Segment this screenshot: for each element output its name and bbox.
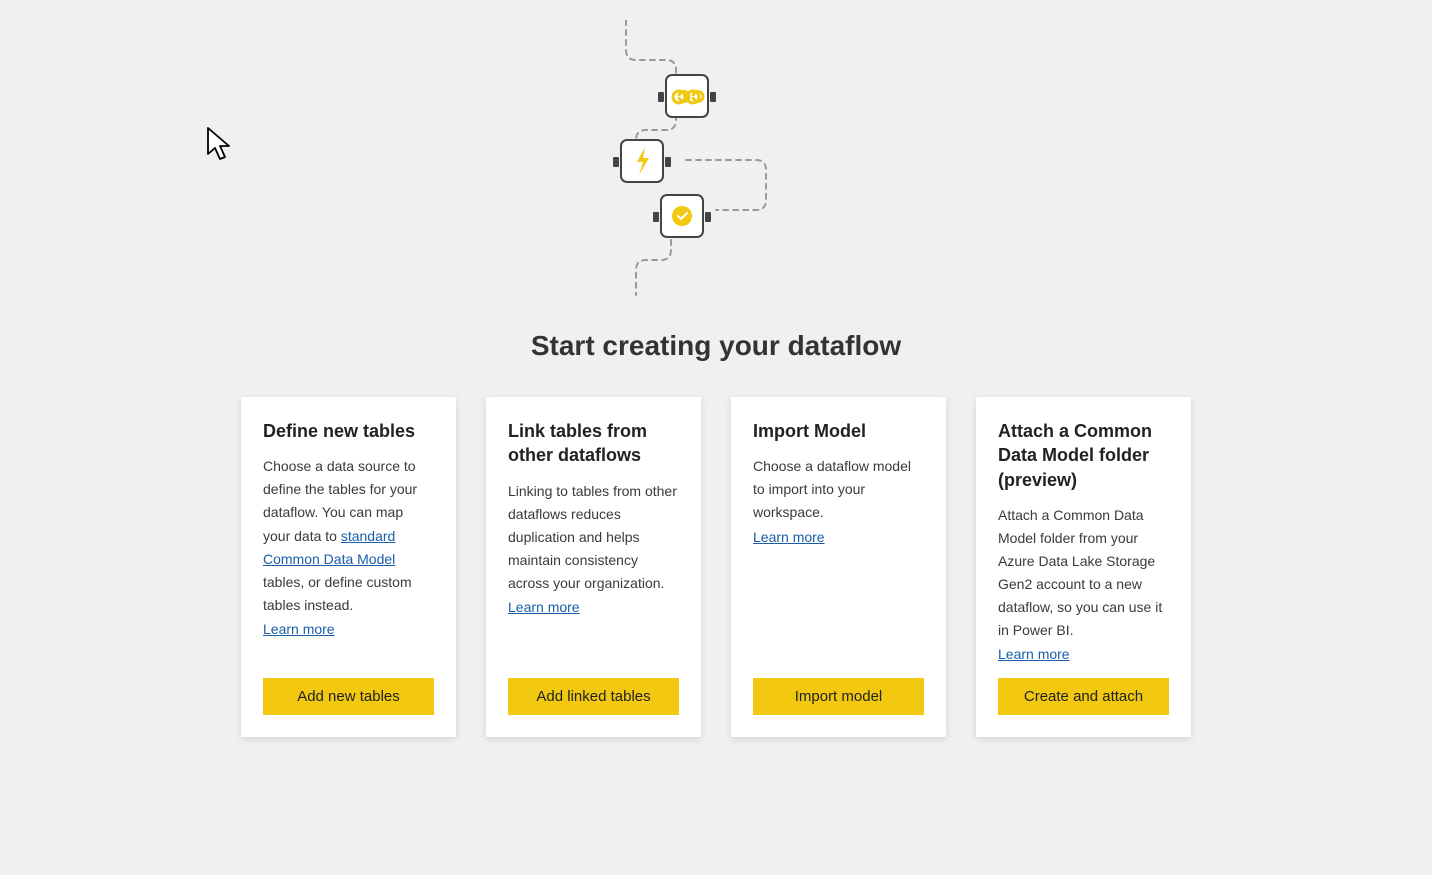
- card-title: Attach a Common Data Model folder (previ…: [998, 419, 1169, 492]
- cards-row: Define new tables Choose a data source t…: [0, 397, 1432, 737]
- learn-more-link[interactable]: Learn more: [508, 599, 679, 615]
- create-and-attach-button[interactable]: Create and attach: [998, 678, 1169, 715]
- card-title: Import Model: [753, 419, 924, 443]
- card-link-tables: Link tables from other dataflows Linking…: [486, 397, 701, 737]
- add-linked-tables-button[interactable]: Add linked tables: [508, 678, 679, 715]
- page-title: Start creating your dataflow: [0, 330, 1432, 362]
- learn-more-link[interactable]: Learn more: [263, 621, 434, 637]
- card-description: Linking to tables from other dataflows r…: [508, 480, 679, 595]
- power-node-icon: [613, 140, 671, 182]
- import-model-button[interactable]: Import model: [753, 678, 924, 715]
- card-title: Define new tables: [263, 419, 434, 443]
- card-title: Link tables from other dataflows: [508, 419, 679, 468]
- card-description: Choose a data source to define the table…: [263, 455, 434, 617]
- card-attach-cdm-folder: Attach a Common Data Model folder (previ…: [976, 397, 1191, 737]
- card-description: Choose a dataflow model to import into y…: [753, 455, 924, 524]
- hero-illustration: [0, 0, 1432, 300]
- dataflow-diagram-icon: [566, 20, 866, 300]
- badge-node-icon: [653, 195, 711, 237]
- link-node-icon: [658, 75, 716, 117]
- add-new-tables-button[interactable]: Add new tables: [263, 678, 434, 715]
- card-import-model: Import Model Choose a dataflow model to …: [731, 397, 946, 737]
- card-description: Attach a Common Data Model folder from y…: [998, 504, 1169, 643]
- card-define-new-tables: Define new tables Choose a data source t…: [241, 397, 456, 737]
- learn-more-link[interactable]: Learn more: [998, 646, 1169, 662]
- learn-more-link[interactable]: Learn more: [753, 529, 924, 545]
- card-desc-post: tables, or define custom tables instead.: [263, 574, 412, 613]
